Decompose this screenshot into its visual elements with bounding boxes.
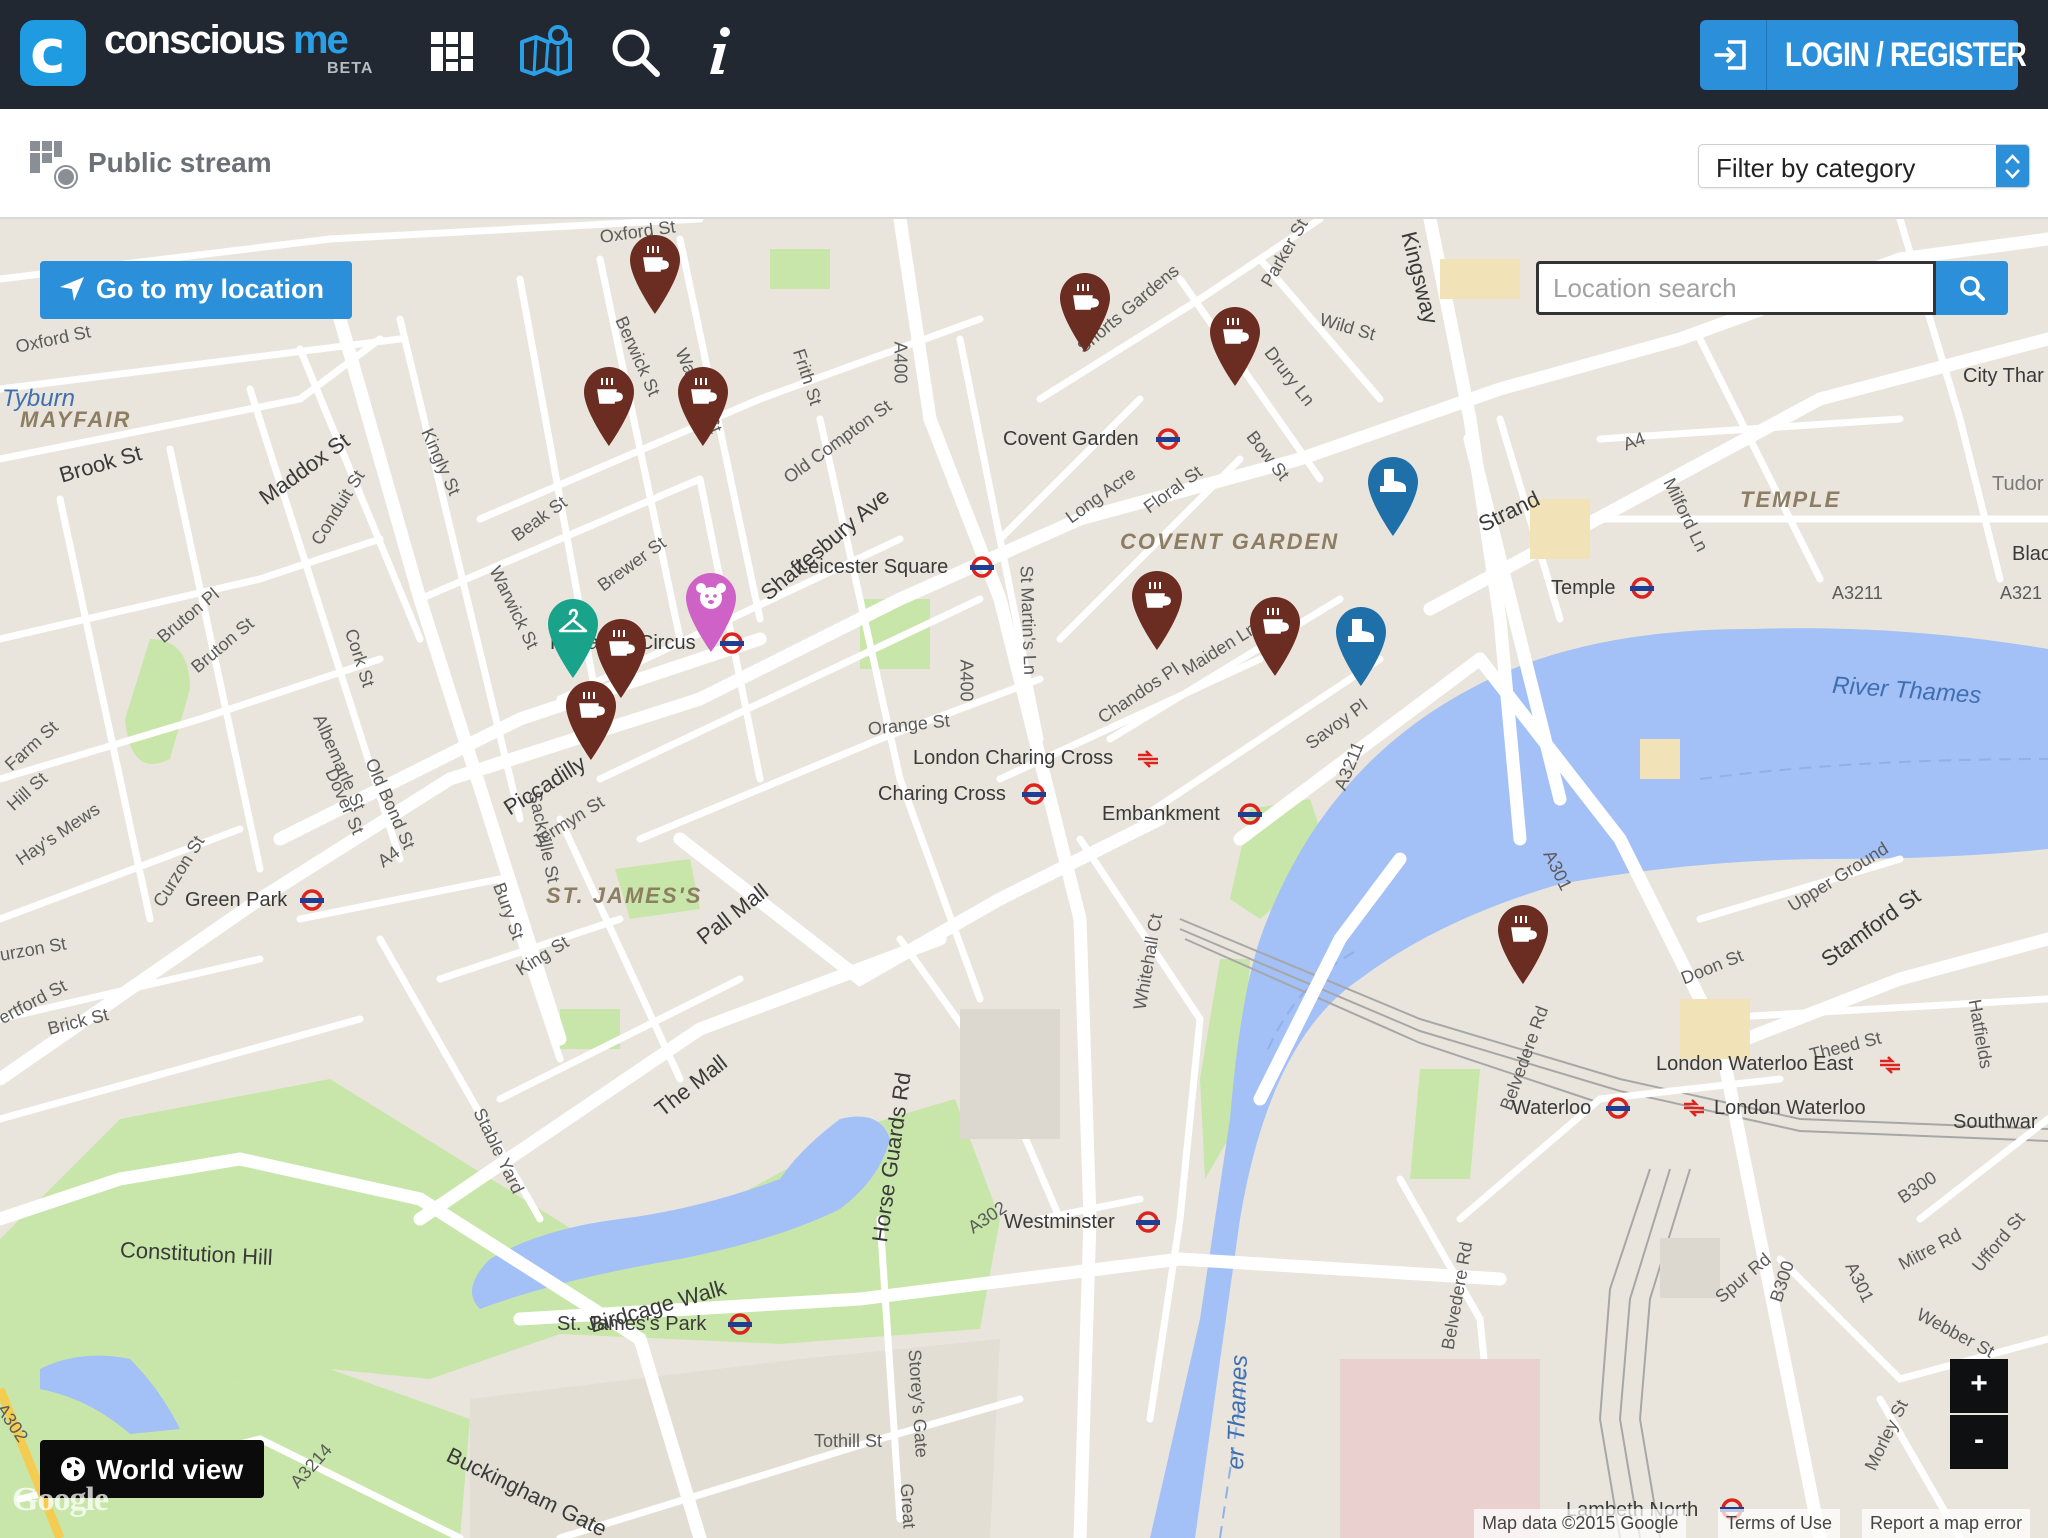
fashion-pin-icon[interactable]: [546, 597, 600, 679]
coffee-pin-icon[interactable]: [1058, 271, 1112, 353]
place-label: Tyburn: [2, 385, 75, 412]
underground-icon: [1238, 803, 1262, 825]
river-label: er Thames: [1222, 1354, 1253, 1470]
login-icon: [1714, 20, 1767, 90]
public-stream-icon: [30, 141, 78, 189]
coffee-pin-icon[interactable]: [564, 679, 618, 761]
location-search-input[interactable]: [1536, 261, 1936, 315]
page-title: Public stream: [88, 147, 272, 178]
map-base-layer: [0, 219, 2048, 1538]
beta-badge: BETA: [327, 60, 374, 77]
national-rail-icon: [1138, 750, 1158, 768]
login-register-button[interactable]: LOGIN / REGISTER: [1700, 20, 2027, 90]
national-rail-icon: [1684, 1099, 1704, 1117]
coffee-pin-icon[interactable]: [582, 365, 636, 447]
station-label: Leicester Square: [797, 556, 949, 578]
go-to-my-location-button[interactable]: Go to my location: [40, 261, 352, 319]
coffee-pin-icon[interactable]: [1208, 305, 1262, 387]
underground-icon: [1606, 1097, 1630, 1119]
underground-icon: [1630, 577, 1654, 599]
map-icon[interactable]: [516, 22, 576, 82]
station-label: London Waterloo East: [1656, 1053, 1854, 1075]
coffee-pin-icon[interactable]: [1130, 569, 1184, 651]
google-logo: Google: [12, 1481, 109, 1518]
road-number-label: A321: [2000, 583, 2043, 603]
info-icon[interactable]: [690, 22, 750, 82]
coffee-pin-icon[interactable]: [1248, 595, 1302, 677]
station-label: London Charing Cross: [913, 747, 1114, 769]
login-register-label: LOGIN / REGISTER: [1785, 36, 2027, 74]
street-label: Great: [896, 1482, 920, 1530]
station-label: London Waterloo: [1714, 1097, 1866, 1119]
underground-icon: [1136, 1211, 1160, 1233]
location-search-button[interactable]: [1936, 261, 2008, 315]
select-arrows-icon: [1996, 145, 2029, 187]
coffee-pin-icon[interactable]: [628, 233, 682, 315]
station-label: Temple: [1551, 577, 1616, 599]
map-canvas[interactable]: MAYFAIR COVENT GARDEN ST. JAMES'S TEMPLE…: [0, 219, 2048, 1538]
area-label: TEMPLE: [1740, 487, 1842, 512]
coffee-pin-icon[interactable]: [1496, 903, 1550, 985]
place-label: City Thar: [1963, 365, 2044, 387]
top-navigation-bar: c conscious me BETA LOGIN / REGISTER: [0, 0, 2048, 109]
area-label: ST. JAMES'S: [546, 883, 703, 908]
globe-icon: [61, 1457, 85, 1481]
zoom-out-button[interactable]: -: [1950, 1415, 2008, 1469]
search-icon[interactable]: [606, 22, 666, 82]
station-label: St. James's Park: [557, 1313, 707, 1335]
station-label: Green Park: [185, 889, 288, 911]
place-label: Southwar: [1953, 1111, 2038, 1133]
underground-icon: [300, 889, 324, 911]
station-label: Embankment: [1102, 803, 1220, 825]
zoom-in-button[interactable]: +: [1950, 1359, 2008, 1413]
road-number-label: A400: [956, 659, 977, 702]
brand-name[interactable]: conscious me: [104, 18, 349, 63]
report-map-error-link[interactable]: Report a map error: [1862, 1509, 2031, 1538]
street-label: St Martin's Ln: [1016, 565, 1041, 676]
area-label: COVENT GARDEN: [1120, 529, 1340, 554]
location-arrow-icon: [60, 277, 84, 301]
underground-icon: [728, 1313, 752, 1335]
footwear-pin-icon[interactable]: [1334, 605, 1388, 687]
terms-of-use-link[interactable]: Terms of Use: [1718, 1509, 1841, 1538]
stream-header: Public stream Filter by category: [0, 109, 2048, 219]
station-label: Westminster: [1004, 1211, 1115, 1233]
station-label: Charing Cross: [878, 783, 1006, 805]
underground-icon: [1022, 783, 1046, 805]
logo-icon[interactable]: c: [20, 20, 86, 86]
coffee-pin-icon[interactable]: [676, 365, 730, 447]
road-number-label: A400: [890, 341, 911, 384]
place-label: Blac: [2012, 543, 2048, 565]
search-icon: [1960, 276, 1985, 301]
map-data-attribution: Map data ©2015 Google: [1474, 1509, 1687, 1538]
national-rail-icon: [1880, 1056, 1900, 1074]
place-label: Tudor S: [1992, 473, 2048, 495]
station-label: Covent Garden: [1003, 428, 1139, 450]
street-label: Tothill St: [814, 1431, 883, 1451]
road-number-label: A3211: [1832, 583, 1883, 603]
underground-icon: [1156, 428, 1180, 450]
grid-icon[interactable]: [424, 22, 484, 82]
category-filter-label: Filter by category: [1716, 153, 1916, 183]
category-filter-select[interactable]: Filter by category: [1698, 144, 2030, 188]
underground-icon: [970, 556, 994, 578]
footwear-pin-icon[interactable]: [1366, 455, 1420, 537]
kids-pin-icon[interactable]: [684, 571, 738, 653]
station-label: Waterloo: [1512, 1097, 1592, 1119]
